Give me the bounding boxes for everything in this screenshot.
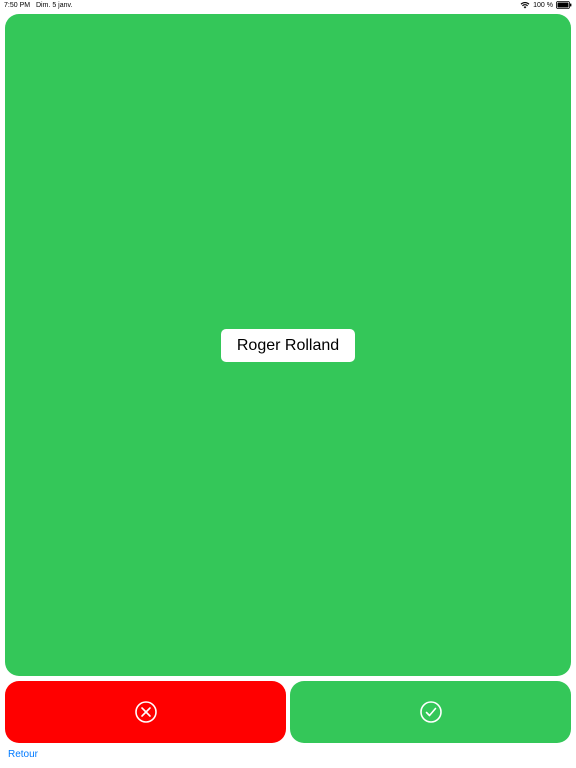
status-bar: 7:50 PM Dim. 5 janv. 100 % xyxy=(0,0,576,12)
check-circle-icon xyxy=(419,700,443,724)
status-time: 7:50 PM xyxy=(4,2,31,9)
accept-button[interactable] xyxy=(290,681,571,743)
contact-name-badge: Roger Rolland xyxy=(221,329,355,362)
wifi-icon xyxy=(520,1,530,9)
status-date: Dim. 5 janv. xyxy=(36,2,73,9)
status-indicators: 100 % xyxy=(520,1,572,9)
reject-button[interactable] xyxy=(5,681,286,743)
battery-percentage: 100 % xyxy=(533,1,553,9)
contact-name: Roger Rolland xyxy=(236,336,340,354)
x-circle-icon xyxy=(134,700,158,724)
back-link[interactable]: Retour xyxy=(8,749,38,760)
battery-icon xyxy=(556,1,572,9)
